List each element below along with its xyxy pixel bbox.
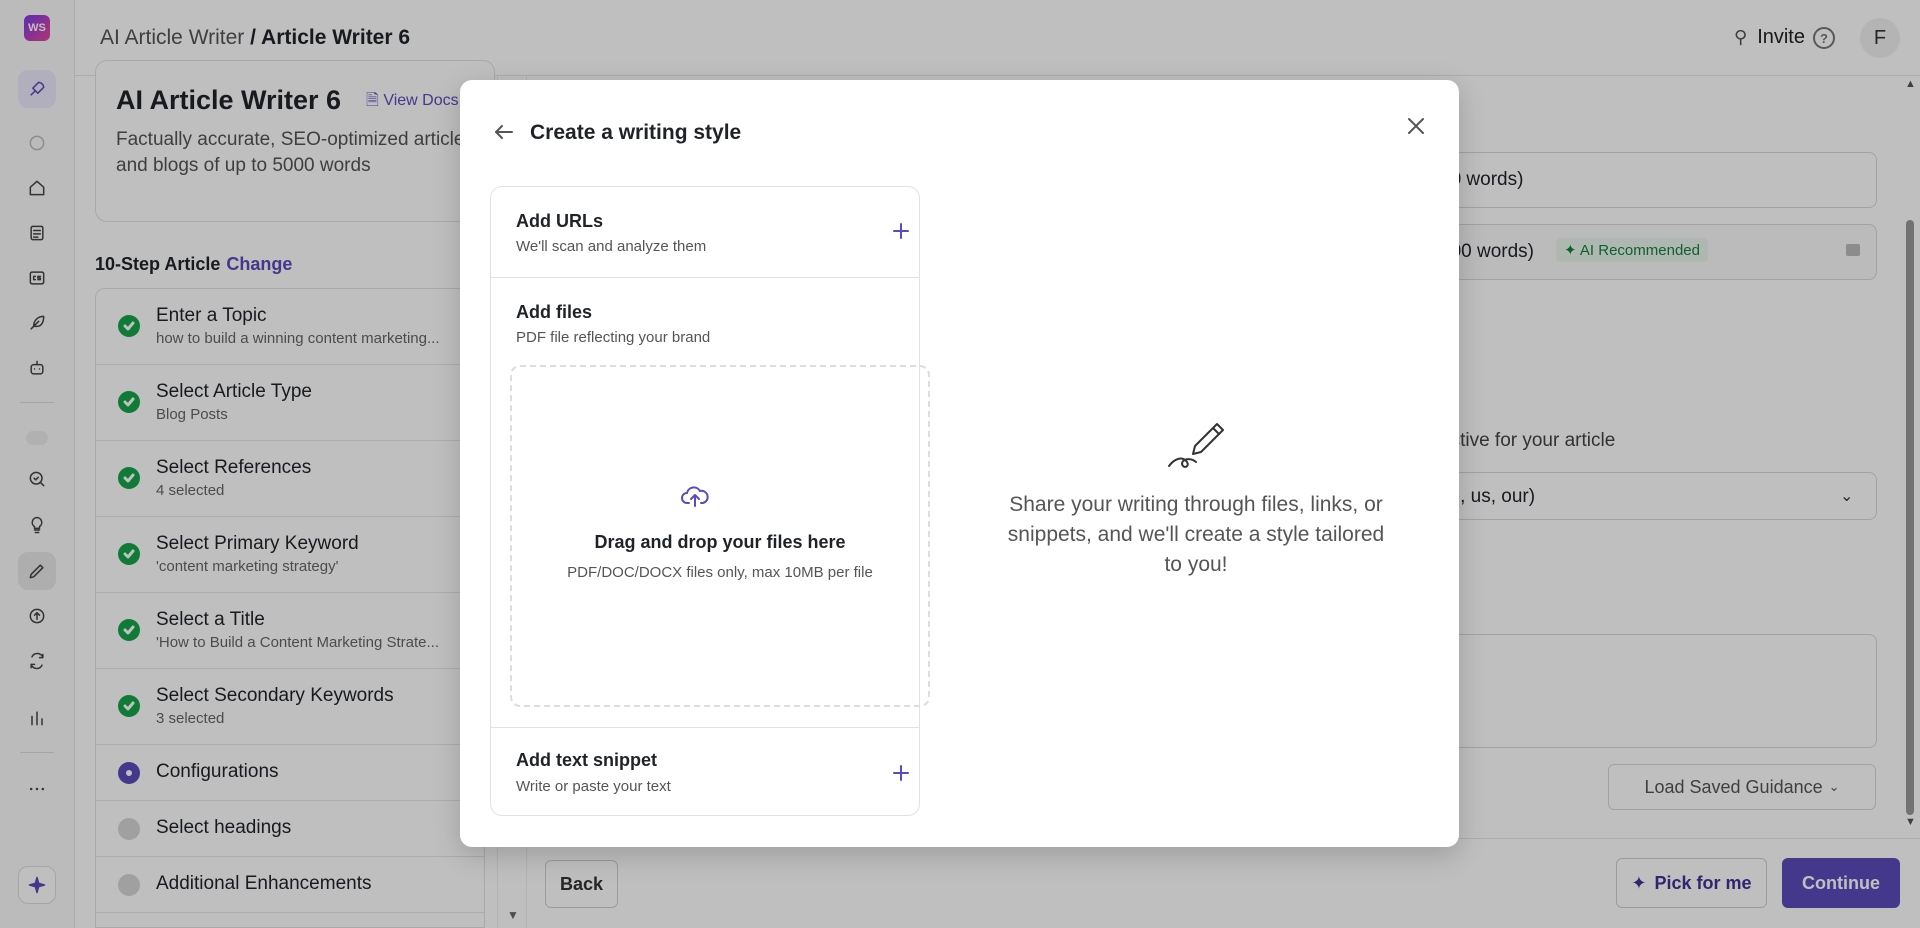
dropzone-title: Drag and drop your files here (594, 532, 846, 552)
writing-style-modal: Create a writing style Add URLs We'll sc… (460, 80, 1459, 847)
back-arrow-icon[interactable] (492, 120, 516, 144)
add-urls-row[interactable]: Add URLs We'll scan and analyze them (491, 187, 919, 277)
add-snippet-title: Add text snippet (516, 750, 658, 770)
pen-writing-icon (1165, 418, 1227, 474)
close-icon[interactable] (1404, 114, 1432, 142)
style-helper-text: Share your writing through files, links,… (1007, 493, 1385, 576)
add-urls-title: Add URLs (516, 211, 603, 231)
plus-icon[interactable] (891, 221, 911, 241)
add-snippet-subtitle: Write or paste your text (516, 778, 671, 795)
add-text-snippet-row[interactable]: Add text snippet Write or paste your tex… (491, 728, 919, 815)
plus-icon[interactable] (891, 763, 911, 783)
modal-title: Create a writing style (530, 121, 742, 144)
add-files-subtitle: PDF file reflecting your brand (516, 329, 711, 346)
add-files-title: Add files (516, 302, 593, 322)
dropzone-hint: PDF/DOC/DOCX files only, max 10MB per fi… (567, 564, 873, 581)
add-urls-subtitle: We'll scan and analyze them (516, 238, 707, 255)
cloud-upload-icon (680, 483, 710, 509)
divider (491, 277, 919, 278)
